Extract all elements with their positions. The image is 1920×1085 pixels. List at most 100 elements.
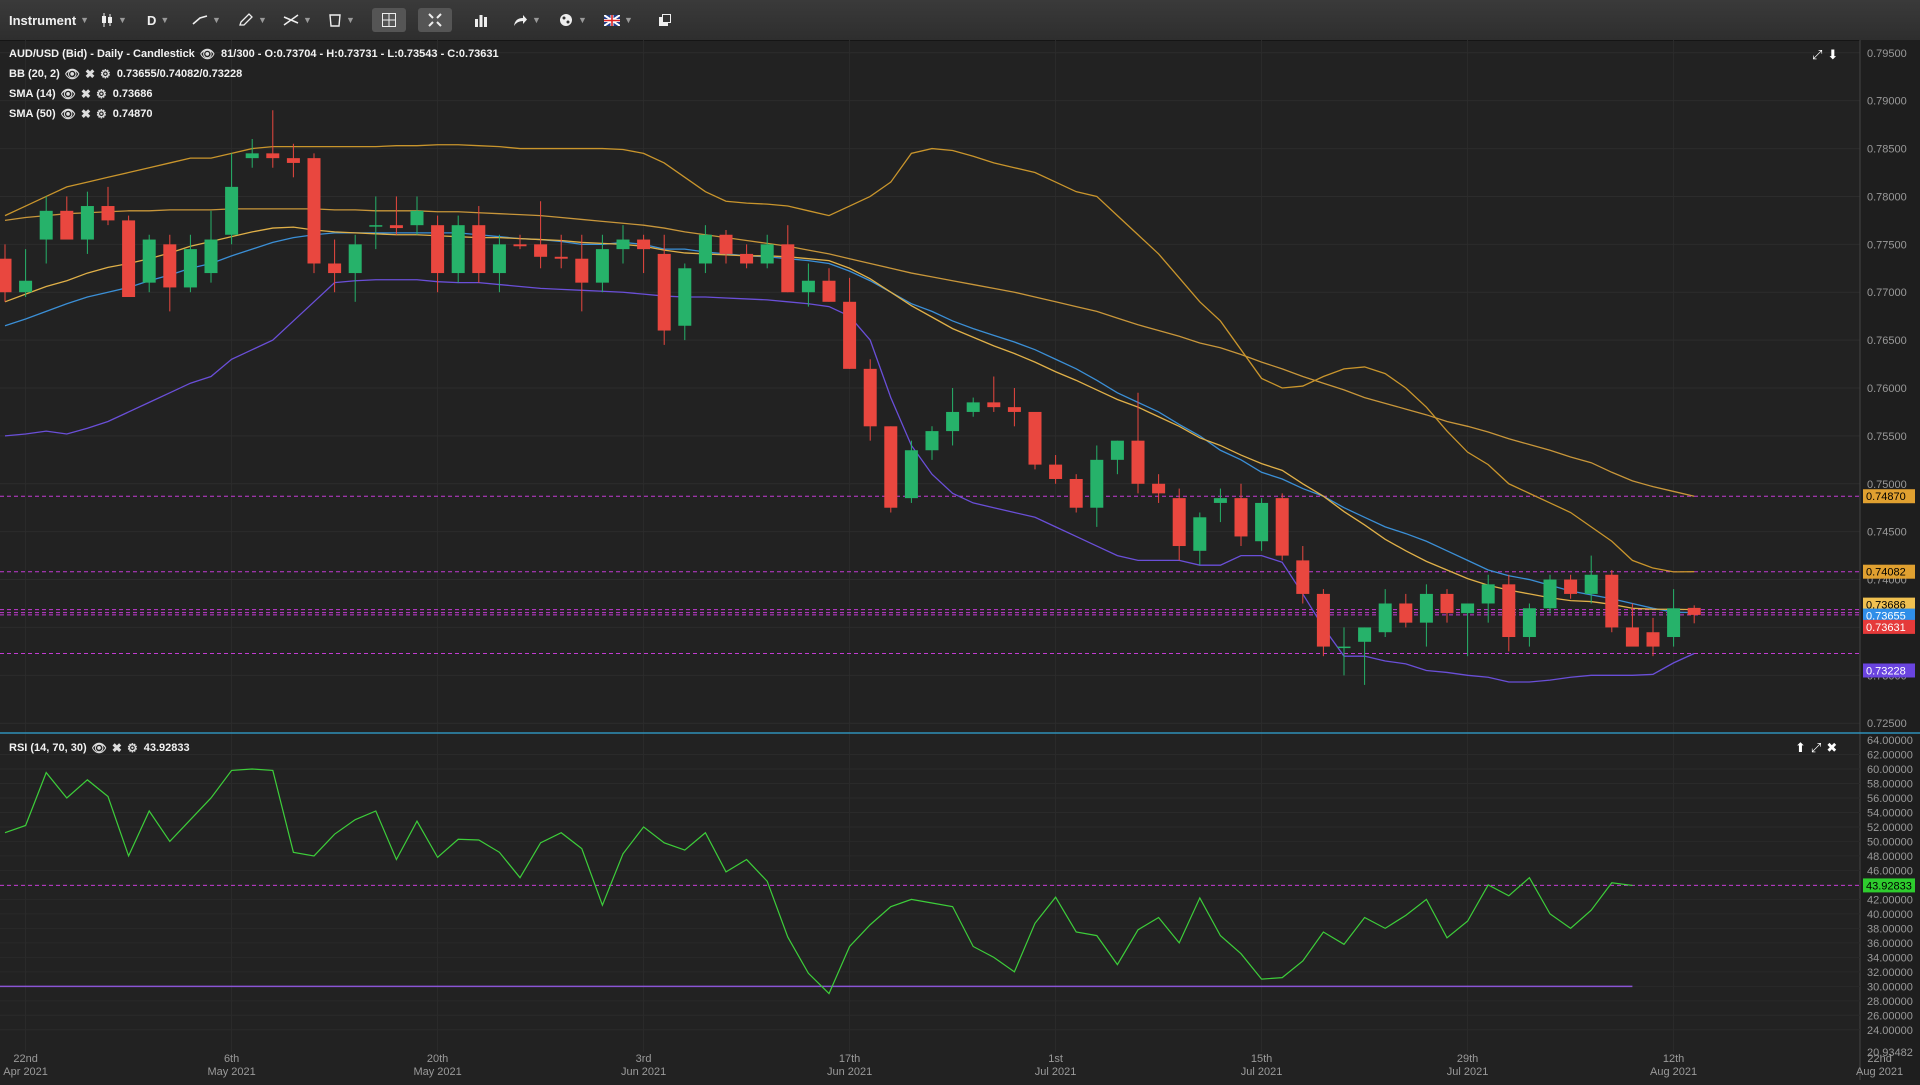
- chart-title: AUD/USD (Bid) - Daily - Candlestick: [9, 48, 195, 60]
- date-tick-month: Jul 2021: [1035, 1066, 1077, 1078]
- rsi-tick-label: 42.00000: [1867, 894, 1913, 906]
- candle-body: [1028, 411, 1042, 465]
- popout-icon: [659, 14, 671, 26]
- gear-icon[interactable]: ⚙: [100, 67, 111, 81]
- rsi-legend-row: RSI (14, 70, 30) 👁 ✖ ⚙ 43.92833: [9, 741, 190, 755]
- rsi-tick-label: 32.00000: [1867, 967, 1913, 979]
- candle-body: [1069, 478, 1083, 508]
- candle-body: [225, 186, 239, 235]
- candle-body: [1378, 603, 1392, 633]
- candle-body: [1625, 627, 1639, 647]
- instrument-dropdown[interactable]: Instrument ▼: [9, 8, 89, 32]
- date-tick-day: 22nd: [13, 1053, 37, 1065]
- pencil-dropdown[interactable]: ▼: [238, 8, 267, 32]
- sma50-label: SMA (50): [9, 108, 56, 120]
- bar-chart-icon: [475, 15, 487, 27]
- candle-body: [204, 239, 218, 274]
- main-panel-controls: ⤢ ⬇: [1812, 47, 1838, 63]
- date-tick-month: Jul 2021: [1447, 1066, 1489, 1078]
- move-up-icon[interactable]: ⬆: [1795, 740, 1806, 756]
- gear-icon[interactable]: ⚙: [127, 741, 138, 755]
- candle-body: [39, 210, 53, 240]
- expand-icon[interactable]: ⤢: [1812, 47, 1822, 63]
- candle-body: [1461, 603, 1475, 614]
- line-tool-icon: [192, 15, 208, 25]
- eye-icon[interactable]: 👁: [61, 107, 76, 121]
- close-icon[interactable]: ✖: [112, 741, 122, 755]
- candle-body: [1419, 593, 1433, 623]
- period-label: D: [147, 12, 157, 28]
- period-dropdown[interactable]: D ▼: [147, 8, 169, 32]
- chart-type-dropdown[interactable]: ▼: [100, 8, 127, 32]
- price-tick-label: 0.78500: [1867, 144, 1907, 156]
- bb-legend-row: BB (20, 2) 👁 ✖ ⚙ 0.73655/0.74082/0.73228: [9, 67, 242, 81]
- date-tick-month: Jul 2021: [1241, 1066, 1283, 1078]
- ohlc-readout: 81/300 - O:0.73704 - H:0.73731 - L:0.735…: [221, 48, 499, 60]
- expand-icon[interactable]: ⤢: [1811, 740, 1821, 756]
- date-tick-day: 17th: [839, 1053, 860, 1065]
- close-icon[interactable]: ✖: [81, 87, 91, 101]
- candle-body: [472, 225, 486, 274]
- sma14-label: SMA (14): [9, 88, 56, 100]
- rsi-lines: [0, 768, 1860, 995]
- date-tick-day: 20th: [427, 1053, 448, 1065]
- candle-body: [1440, 593, 1454, 614]
- gear-icon[interactable]: ⚙: [96, 87, 107, 101]
- candle-body: [1255, 502, 1269, 542]
- eye-icon[interactable]: 👁: [92, 741, 107, 755]
- bb-value: 0.73655/0.74082/0.73228: [116, 68, 243, 80]
- candle-body: [740, 253, 754, 264]
- close-icon[interactable]: ✖: [1826, 740, 1837, 756]
- eye-icon[interactable]: 👁: [61, 87, 76, 101]
- rsi-label: RSI (14, 70, 30): [9, 742, 87, 754]
- price-tick-label: 0.79000: [1867, 96, 1907, 108]
- candle-body: [286, 158, 300, 163]
- candle-body: [678, 268, 692, 326]
- chevron-down-icon: ▼: [212, 15, 221, 25]
- share-dropdown[interactable]: ▼: [512, 8, 541, 32]
- chevron-down-icon: ▼: [80, 15, 90, 25]
- rsi-panel-controls: ⬆ ⤢ ✖: [1795, 740, 1837, 756]
- candle-body: [1296, 560, 1310, 594]
- theme-dropdown[interactable]: ▼: [558, 8, 587, 32]
- rsi-tick-label: 62.00000: [1867, 749, 1913, 761]
- eye-icon[interactable]: 👁: [200, 47, 215, 61]
- candle-body: [1502, 584, 1516, 638]
- line-tools-dropdown[interactable]: ▼: [192, 8, 221, 32]
- rsi-tick-label: 46.00000: [1867, 865, 1913, 877]
- gear-icon[interactable]: ⚙: [96, 107, 107, 121]
- candle-body: [1543, 579, 1557, 609]
- drawing-tools-dropdown[interactable]: ▼: [283, 8, 312, 32]
- candle-body: [1213, 498, 1227, 503]
- date-tick-day: 1st: [1048, 1053, 1063, 1065]
- candle-body: [1481, 584, 1495, 604]
- chevron-down-icon: ▼: [118, 15, 127, 25]
- rsi-tick-label: 34.00000: [1867, 952, 1913, 964]
- popout-button[interactable]: [648, 8, 682, 32]
- delete-dropdown[interactable]: ▼: [328, 8, 355, 32]
- price-tag-label: 0.73631: [1866, 622, 1906, 634]
- candle-body: [822, 280, 836, 302]
- candle-body: [101, 206, 115, 221]
- chart-area[interactable]: 0.79500 0.79000 0.78500 0.78000 0.77500 0.770…: [0, 40, 1920, 1080]
- language-dropdown[interactable]: ▼: [604, 8, 633, 32]
- candle-body: [1049, 464, 1063, 479]
- rsi-tick-label: 50.00000: [1867, 836, 1913, 848]
- indicators-button[interactable]: [464, 8, 498, 32]
- close-icon[interactable]: ✖: [85, 67, 95, 81]
- crosshair-button[interactable]: [372, 8, 406, 32]
- close-icon[interactable]: ✖: [81, 107, 91, 121]
- candle-body: [369, 225, 383, 227]
- drawing-tools-icon: [283, 14, 299, 26]
- candle-body: [657, 253, 671, 331]
- eye-icon[interactable]: 👁: [65, 67, 80, 81]
- fit-button[interactable]: [418, 8, 452, 32]
- move-down-icon[interactable]: ⬇: [1827, 47, 1838, 63]
- date-tick-month: Aug 2021: [1650, 1066, 1697, 1078]
- rsi-axis: 64.00000 62.00000 60.00000 58.00000 56.00000…: [1863, 735, 1915, 1059]
- chart-canvas[interactable]: 0.79500 0.79000 0.78500 0.78000 0.77500 0.770…: [0, 40, 1920, 1080]
- rsi-tick-label: 38.00000: [1867, 923, 1913, 935]
- candle-body: [451, 225, 465, 274]
- candle-body: [760, 244, 774, 264]
- candle-body: [0, 258, 12, 293]
